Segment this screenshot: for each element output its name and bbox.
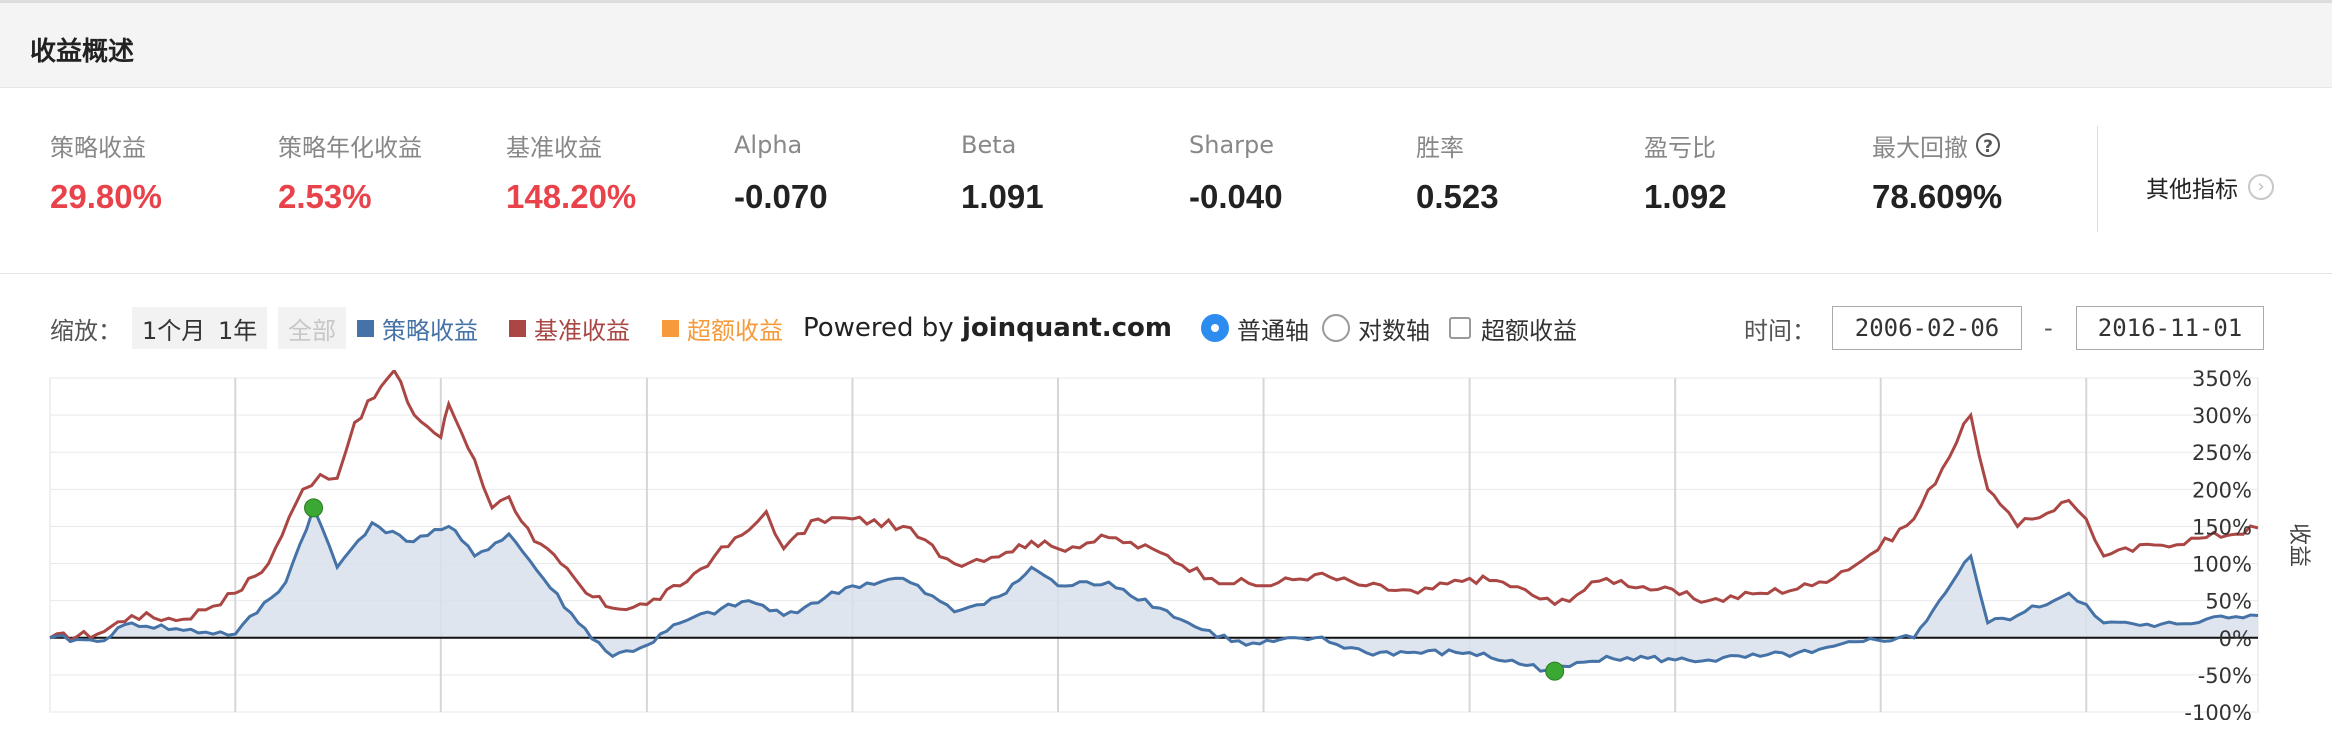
y-tick-label: -50% bbox=[2198, 664, 2252, 688]
axis-normal-option[interactable]: 普通轴 bbox=[1201, 300, 1309, 356]
metric-value: 1.091 bbox=[961, 178, 1044, 215]
metric-label: 策略收益 bbox=[50, 133, 146, 162]
other-metrics-label: 其他指标 bbox=[2146, 177, 2238, 203]
trade-marker bbox=[1545, 661, 1565, 681]
y-tick-label: 300% bbox=[2192, 404, 2252, 428]
excess-return-label: 超额收益 bbox=[1481, 316, 1577, 345]
powered-brand: joinquant.com bbox=[961, 313, 1173, 343]
legend-swatch bbox=[509, 319, 526, 337]
powered-prefix: Powered by bbox=[803, 313, 954, 343]
metric-label: Alpha bbox=[734, 131, 803, 159]
radio-selected-icon[interactable] bbox=[1201, 314, 1229, 342]
metric-max-drawdown: 最大回撤 ? 78.609% bbox=[1872, 128, 2092, 216]
metric-value: -0.070 bbox=[734, 178, 828, 215]
metric-value: 2.53% bbox=[278, 178, 372, 215]
metric-profit-loss-ratio: 盈亏比 1.092 bbox=[1644, 128, 1864, 216]
zoom-1-month-button[interactable]: 1个月 bbox=[132, 307, 216, 349]
metric-benchmark-return: 基准收益 148.20% bbox=[506, 128, 726, 216]
metric-label: 策略年化收益 bbox=[278, 133, 422, 162]
metric-strategy-return: 策略收益 29.80% bbox=[50, 128, 270, 216]
date-to-input[interactable]: 2016-11-01 bbox=[2076, 306, 2264, 350]
metric-label: 盈亏比 bbox=[1644, 133, 1716, 162]
powered-by: Powered by joinquant.com bbox=[803, 300, 1172, 356]
trade-marker bbox=[304, 498, 324, 518]
metric-value: 29.80% bbox=[50, 178, 162, 215]
y-tick-label: 350% bbox=[2192, 370, 2252, 391]
metric-label-row: 最大回撤 ? bbox=[1872, 128, 2092, 162]
metric-label: Sharpe bbox=[1189, 131, 1275, 159]
y-tick-label: 50% bbox=[2205, 590, 2252, 614]
y-tick-label: 100% bbox=[2192, 553, 2252, 577]
y-tick-label: 250% bbox=[2192, 441, 2252, 465]
metrics-divider bbox=[2097, 126, 2098, 232]
section-header: 收益概述 bbox=[0, 3, 2332, 88]
returns-chart: 350% 300% 250% 200% 150% 100% 50% 0% -50% -100% 收… bbox=[49, 370, 2311, 720]
metric-beta: Beta 1.091 bbox=[961, 128, 1181, 216]
y-tick-label: 150% bbox=[2192, 515, 2252, 539]
y-axis-title: 收益 bbox=[2286, 523, 2311, 567]
metric-label: 最大回撤 bbox=[1872, 133, 1968, 162]
zoom-all-button[interactable]: 全部 bbox=[278, 307, 346, 349]
time-label: 时间： bbox=[1744, 316, 1816, 345]
excess-return-toggle[interactable]: 超额收益 bbox=[1449, 300, 1577, 356]
legend-strategy[interactable]: 策略收益 bbox=[357, 300, 478, 356]
section-title: 收益概述 bbox=[30, 37, 135, 67]
other-metrics-link[interactable]: 其他指标 › bbox=[2146, 170, 2274, 204]
question-circle-icon[interactable]: ? bbox=[1976, 133, 2000, 157]
legend-swatch bbox=[662, 319, 679, 337]
legend-benchmark[interactable]: 基准收益 bbox=[509, 300, 630, 356]
date-separator: - bbox=[2044, 314, 2053, 342]
chart-toolbar: 缩放： 1个月 1年 全部 策略收益 基准收益 超额收益 Powered by … bbox=[0, 300, 2332, 356]
zoom-1-year-button[interactable]: 1年 bbox=[208, 307, 268, 349]
zoom-label: 缩放： bbox=[50, 316, 122, 345]
y-tick-label: 200% bbox=[2192, 478, 2252, 502]
axis-normal-label: 普通轴 bbox=[1237, 316, 1309, 345]
metric-value: 148.20% bbox=[506, 178, 637, 215]
metric-alpha: Alpha -0.070 bbox=[734, 128, 954, 216]
metric-label: 胜率 bbox=[1416, 133, 1464, 162]
legend-label: 超额收益 bbox=[687, 316, 783, 345]
checkbox-icon[interactable] bbox=[1449, 317, 1471, 339]
date-from-input[interactable]: 2006-02-06 bbox=[1832, 306, 2022, 350]
legend-label: 策略收益 bbox=[382, 316, 478, 345]
metric-value: 0.523 bbox=[1416, 178, 1499, 215]
legend-label: 基准收益 bbox=[534, 316, 630, 345]
axis-log-option[interactable]: 对数轴 bbox=[1322, 300, 1430, 356]
metric-win-rate: 胜率 0.523 bbox=[1416, 128, 1636, 216]
legend-swatch bbox=[357, 319, 374, 337]
metric-value: 1.092 bbox=[1644, 178, 1727, 215]
metrics-panel: 策略收益 29.80% 策略年化收益 2.53% 基准收益 148.20% Al… bbox=[0, 88, 2332, 274]
metric-label: 基准收益 bbox=[506, 133, 602, 162]
metric-label: Beta bbox=[961, 131, 1017, 159]
strategy-area bbox=[50, 507, 2258, 672]
metric-sharpe: Sharpe -0.040 bbox=[1189, 128, 1409, 216]
y-tick-label: -100% bbox=[2184, 701, 2252, 720]
metric-value: 78.609% bbox=[1872, 178, 2003, 215]
radio-unselected-icon[interactable] bbox=[1322, 314, 1350, 342]
chevron-right-circle-icon: › bbox=[2248, 174, 2274, 200]
metric-annualized-return: 策略年化收益 2.53% bbox=[278, 128, 498, 216]
metric-value: -0.040 bbox=[1189, 178, 1283, 215]
axis-log-label: 对数轴 bbox=[1358, 316, 1430, 345]
legend-excess[interactable]: 超额收益 bbox=[662, 300, 783, 356]
y-axis-ticks: 350% 300% 250% 200% 150% 100% 50% 0% -50% -100% bbox=[2184, 370, 2252, 720]
y-tick-label: 0% bbox=[2219, 627, 2252, 651]
